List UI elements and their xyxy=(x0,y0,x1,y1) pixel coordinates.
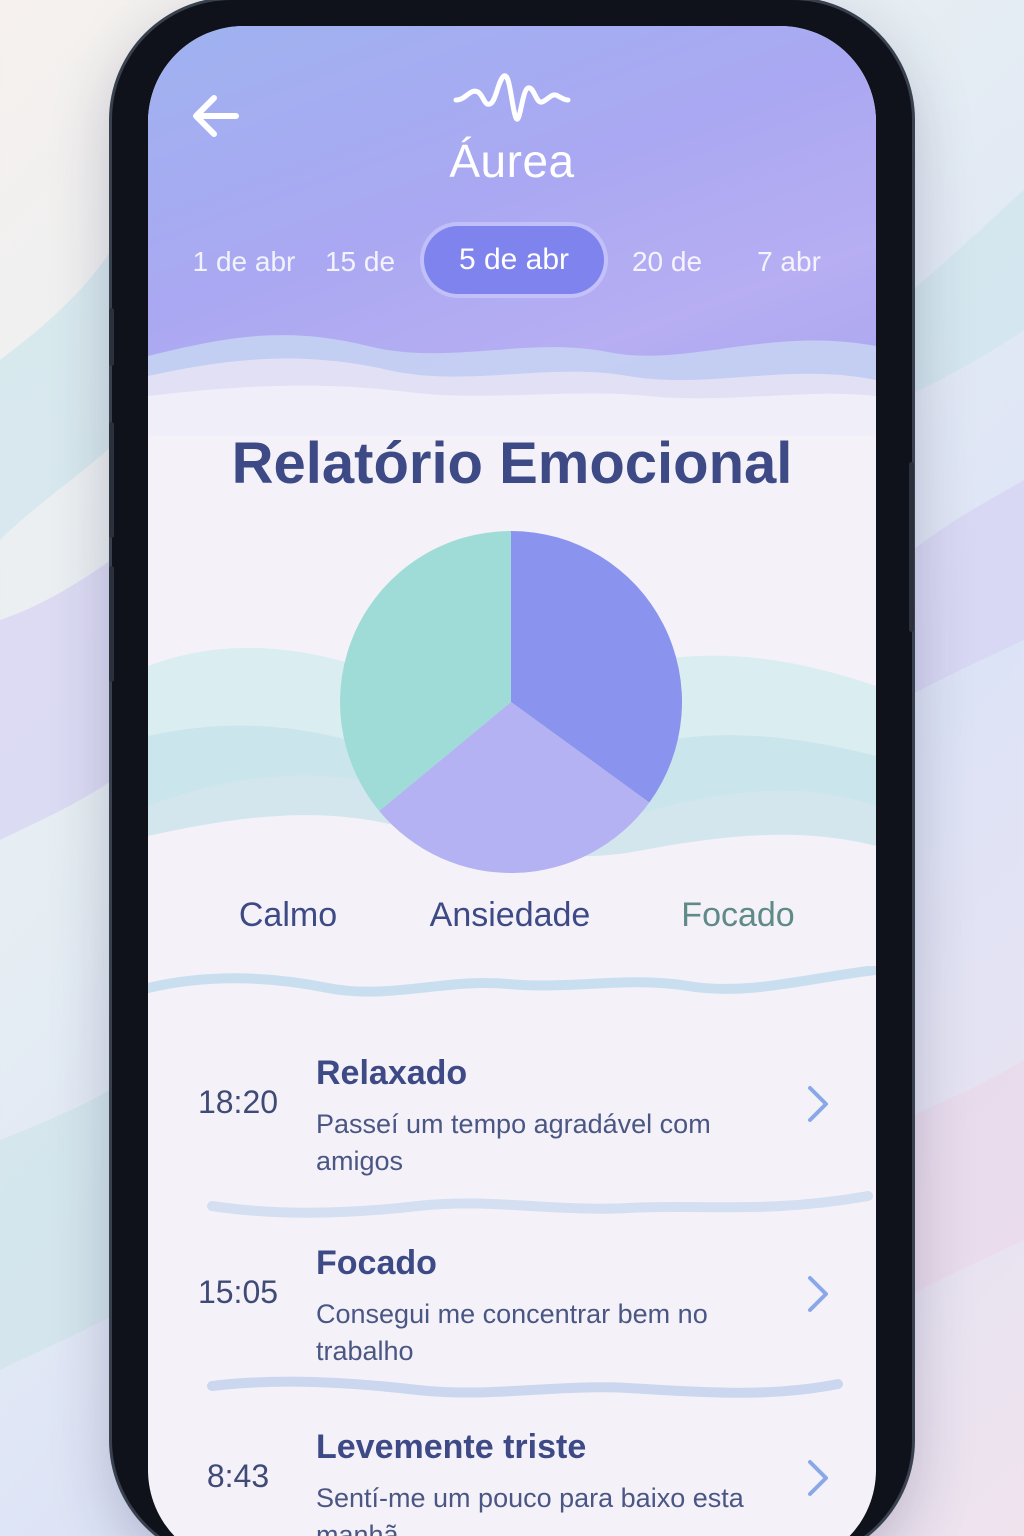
date-tab[interactable]: 15 de xyxy=(316,236,404,288)
entry-note: Consegui me concentrar bem no trabalho xyxy=(316,1299,708,1366)
date-tab[interactable]: 20 de xyxy=(622,236,712,288)
app-header: Áurea 1 de abr 15 de 5 de abr 20 de 7 ab… xyxy=(148,26,876,436)
report-title: Relatório Emocional xyxy=(231,431,793,496)
mood-entry[interactable]: 18:20 Relaxado Passeí um tempo agradável… xyxy=(148,1054,876,1204)
legend-item-ansiedade: Ansiedade xyxy=(429,896,591,934)
report-section: Relatório Emocional Calmo Ansiedade Foca… xyxy=(148,386,876,1536)
entry-time: 15:05 xyxy=(197,1274,279,1310)
app-screen: Áurea 1 de abr 15 de 5 de abr 20 de 7 ab… xyxy=(148,26,876,1536)
date-tabs: 1 de abr 15 de 5 de abr 20 de 7 abr xyxy=(148,226,876,296)
entry-mood: Relaxado xyxy=(316,1054,468,1092)
chevron-right-icon[interactable] xyxy=(804,1084,832,1124)
phone-side-button xyxy=(109,308,114,366)
wave-divider xyxy=(207,1191,873,1218)
entry-mood: Focado xyxy=(316,1244,437,1282)
app-title: Áurea xyxy=(449,135,575,187)
date-tab[interactable]: 7 abr xyxy=(746,236,832,288)
entry-time: 8:43 xyxy=(206,1458,270,1494)
wave-divider xyxy=(207,1376,843,1398)
date-tab-active[interactable]: 5 de abr xyxy=(424,226,604,294)
entry-note: Passeí um tempo agradável com amigos xyxy=(316,1109,711,1176)
wave-divider xyxy=(148,966,876,997)
chevron-right-icon[interactable] xyxy=(804,1458,832,1498)
mood-entry[interactable]: 8:43 Levemente triste Sentí-me um pouco … xyxy=(148,1428,876,1536)
date-tab[interactable]: 1 de abr xyxy=(184,236,304,288)
entry-mood: Levemente triste xyxy=(316,1428,587,1466)
phone-side-button xyxy=(109,566,114,682)
chevron-right-icon[interactable] xyxy=(804,1274,832,1314)
legend-item-focado: Focado xyxy=(681,896,795,934)
entry-note: Sentí-me um pouco para baixo esta manhã xyxy=(316,1483,744,1536)
sound-wave-icon xyxy=(453,73,571,122)
legend-item-calmo: Calmo xyxy=(238,896,338,934)
phone-side-button xyxy=(109,422,114,538)
entry-time: 18:20 xyxy=(197,1084,279,1120)
chart-legend: Calmo Ansiedade Focado xyxy=(148,896,876,946)
emotion-pie-chart xyxy=(339,531,682,874)
phone-side-button xyxy=(909,462,914,632)
